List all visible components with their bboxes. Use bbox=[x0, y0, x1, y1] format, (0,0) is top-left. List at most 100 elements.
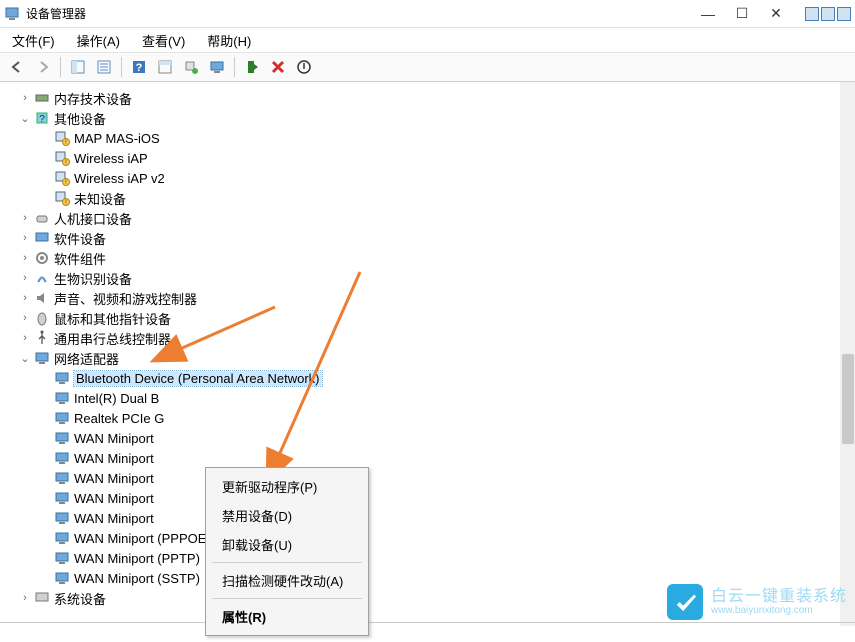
adapter-icon bbox=[54, 370, 70, 386]
tree-item-map-mas-ios[interactable]: !MAP MAS-iOS bbox=[8, 128, 840, 148]
usb-icon bbox=[34, 330, 50, 346]
title-bar: 设备管理器 — ☐ ✕ bbox=[0, 0, 855, 28]
tree-item-mouse[interactable]: ›鼠标和其他指针设备 bbox=[8, 308, 840, 328]
expand-icon[interactable]: › bbox=[18, 252, 32, 264]
menu-file[interactable]: 文件(F) bbox=[8, 29, 59, 52]
expand-icon[interactable]: › bbox=[18, 292, 32, 304]
collapse-icon[interactable]: ⌄ bbox=[18, 352, 32, 365]
unknown-device-icon: ! bbox=[54, 130, 70, 146]
tree-item-unknown-device[interactable]: !未知设备 bbox=[8, 188, 840, 208]
watermark-text: 白云一键重装系统 www.baiyunxitong.com bbox=[711, 588, 847, 617]
app-icon bbox=[4, 6, 20, 22]
adapter-icon bbox=[54, 510, 70, 526]
extra-icon bbox=[805, 7, 819, 21]
tree-item-wan-miniport[interactable]: WAN Miniport bbox=[8, 508, 840, 528]
svg-text:?: ? bbox=[136, 62, 143, 74]
menu-separator bbox=[212, 598, 362, 599]
tree-item-wan-miniport[interactable]: WAN Miniport bbox=[8, 448, 840, 468]
tree-item-wan-miniport[interactable]: WAN Miniport bbox=[8, 468, 840, 488]
components-icon bbox=[34, 250, 50, 266]
forward-button[interactable] bbox=[32, 56, 54, 78]
enable-device-button[interactable] bbox=[241, 56, 263, 78]
tree-item-other-devices[interactable]: ⌄ ? 其他设备 bbox=[8, 108, 840, 128]
tree-item-intel-adapter[interactable]: Intel(R) Dual B bbox=[8, 388, 840, 408]
properties-button[interactable] bbox=[93, 56, 115, 78]
software-icon bbox=[34, 230, 50, 246]
hid-icon bbox=[34, 210, 50, 226]
adapter-icon bbox=[54, 450, 70, 466]
menu-separator bbox=[212, 562, 362, 563]
watermark-line2: www.baiyunxitong.com bbox=[711, 605, 847, 616]
collapse-icon[interactable]: ⌄ bbox=[18, 112, 32, 125]
menu-bar: 文件(F) 操作(A) 查看(V) 帮助(H) bbox=[0, 28, 855, 52]
menu-action[interactable]: 操作(A) bbox=[73, 29, 124, 52]
unknown-device-icon: ! bbox=[54, 170, 70, 186]
context-menu: 更新驱动程序(P) 禁用设备(D) 卸载设备(U) 扫描检测硬件改动(A) 属性… bbox=[205, 467, 369, 636]
window-controls: — ☐ ✕ bbox=[695, 5, 851, 23]
watermark: 白云一键重装系统 www.baiyunxitong.com bbox=[667, 584, 847, 620]
scan-hardware-button[interactable] bbox=[180, 56, 202, 78]
menu-scan-hardware[interactable]: 扫描检测硬件改动(A) bbox=[208, 566, 366, 595]
uninstall-device-button[interactable] bbox=[267, 56, 289, 78]
watermark-line1: 白云一键重装系统 bbox=[711, 588, 847, 606]
tree-item-wireless-iap-v2[interactable]: !Wireless iAP v2 bbox=[8, 168, 840, 188]
mouse-icon bbox=[34, 310, 50, 326]
vertical-scrollbar[interactable] bbox=[840, 82, 855, 626]
expand-icon[interactable]: › bbox=[18, 592, 32, 604]
close-button[interactable]: ✕ bbox=[763, 5, 789, 23]
toolbar: ? bbox=[0, 52, 855, 82]
menu-help[interactable]: 帮助(H) bbox=[203, 29, 255, 52]
tree-item-hid[interactable]: ›人机接口设备 bbox=[8, 208, 840, 228]
tree-item-wan-miniport-pptp[interactable]: WAN Miniport (PPTP) bbox=[8, 548, 840, 568]
disable-device-button[interactable] bbox=[293, 56, 315, 78]
tree-item-software-devices[interactable]: ›软件设备 bbox=[8, 228, 840, 248]
system-icon bbox=[34, 590, 50, 606]
expand-icon[interactable]: › bbox=[18, 332, 32, 344]
expand-icon[interactable]: › bbox=[18, 232, 32, 244]
device-tree[interactable]: › 内存技术设备 ⌄ ? 其他设备 !MAP MAS-iOS !Wireless… bbox=[0, 82, 840, 626]
tree-item-network-adapters[interactable]: ⌄网络适配器 bbox=[8, 348, 840, 368]
unknown-device-icon: ! bbox=[54, 190, 70, 206]
menu-update-driver[interactable]: 更新驱动程序(P) bbox=[208, 472, 366, 501]
adapter-icon bbox=[54, 390, 70, 406]
bottom-border bbox=[0, 622, 855, 626]
menu-properties[interactable]: 属性(R) bbox=[208, 602, 366, 631]
toolbar-separator bbox=[234, 57, 235, 77]
tree-item-software-components[interactable]: ›软件组件 bbox=[8, 248, 840, 268]
tree-item-bluetooth-pan[interactable]: Bluetooth Device (Personal Area Network) bbox=[8, 368, 840, 388]
scrollbar-thumb[interactable] bbox=[842, 354, 854, 444]
tree-item-sound[interactable]: ›声音、视频和游戏控制器 bbox=[8, 288, 840, 308]
expand-icon[interactable]: › bbox=[18, 212, 32, 224]
extra-icon bbox=[837, 7, 851, 21]
tree-item-realtek-adapter[interactable]: Realtek PCIe G bbox=[8, 408, 840, 428]
toolbar-separator bbox=[121, 57, 122, 77]
content-area: › 内存技术设备 ⌄ ? 其他设备 !MAP MAS-iOS !Wireless… bbox=[0, 82, 855, 626]
tree-item-wireless-iap[interactable]: !Wireless iAP bbox=[8, 148, 840, 168]
extra-window-icons bbox=[805, 7, 851, 21]
minimize-button[interactable]: — bbox=[695, 5, 721, 23]
unknown-device-icon: ! bbox=[54, 150, 70, 166]
other-devices-icon: ? bbox=[34, 110, 50, 126]
menu-disable-device[interactable]: 禁用设备(D) bbox=[208, 501, 366, 530]
help-button[interactable]: ? bbox=[128, 56, 150, 78]
tree-item-usb[interactable]: ›通用串行总线控制器 bbox=[8, 328, 840, 348]
adapter-icon bbox=[54, 430, 70, 446]
expand-icon[interactable]: › bbox=[18, 92, 32, 104]
show-hide-tree-button[interactable] bbox=[67, 56, 89, 78]
maximize-button[interactable]: ☐ bbox=[729, 5, 755, 23]
update-driver-button[interactable] bbox=[206, 56, 228, 78]
biometric-icon bbox=[34, 270, 50, 286]
action-button[interactable] bbox=[154, 56, 176, 78]
adapter-icon bbox=[54, 470, 70, 486]
tree-item-wan-miniport-pppoe[interactable]: WAN Miniport (PPPOE) bbox=[8, 528, 840, 548]
window-title: 设备管理器 bbox=[26, 5, 695, 22]
back-button[interactable] bbox=[6, 56, 28, 78]
tree-item-wan-miniport[interactable]: WAN Miniport bbox=[8, 488, 840, 508]
tree-item-memory[interactable]: › 内存技术设备 bbox=[8, 88, 840, 108]
menu-uninstall-device[interactable]: 卸载设备(U) bbox=[208, 530, 366, 559]
tree-item-wan-miniport[interactable]: WAN Miniport bbox=[8, 428, 840, 448]
expand-icon[interactable]: › bbox=[18, 312, 32, 324]
tree-item-biometric[interactable]: ›生物识别设备 bbox=[8, 268, 840, 288]
expand-icon[interactable]: › bbox=[18, 272, 32, 284]
menu-view[interactable]: 查看(V) bbox=[138, 29, 189, 52]
